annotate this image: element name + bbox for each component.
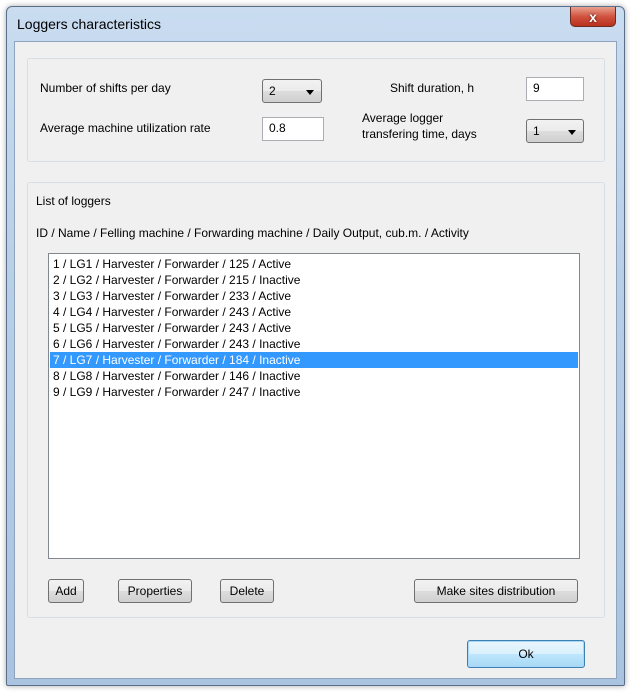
loggers-group-title: List of loggers — [36, 194, 111, 208]
close-button[interactable]: x — [570, 7, 616, 27]
list-item[interactable]: 7 / LG7 / Harvester / Forwarder / 184 / … — [50, 352, 578, 368]
list-item[interactable]: 8 / LG8 / Harvester / Forwarder / 146 / … — [50, 368, 578, 384]
delete-button[interactable]: Delete — [220, 579, 274, 603]
shifts-per-day-value: 2 — [269, 84, 276, 98]
close-icon: x — [589, 8, 597, 25]
shifts-per-day-select[interactable]: 2 — [262, 79, 322, 103]
dialog-window: Loggers characteristics x Number of shif… — [6, 6, 625, 686]
list-item[interactable]: 1 / LG1 / Harvester / Forwarder / 125 / … — [50, 256, 578, 272]
loggers-group: List of loggers ID / Name / Felling mach… — [27, 182, 605, 618]
transfer-time-label-line1: Average logger — [362, 111, 444, 125]
chevron-down-icon — [306, 90, 314, 95]
title-bar[interactable]: Loggers characteristics x — [7, 7, 624, 41]
list-item[interactable]: 5 / LG5 / Harvester / Forwarder / 243 / … — [50, 320, 578, 336]
properties-button[interactable]: Properties — [118, 579, 192, 603]
dialog-client-area: Number of shifts per day 2 Shift duratio… — [14, 41, 617, 679]
settings-group: Number of shifts per day 2 Shift duratio… — [27, 58, 605, 162]
list-item[interactable]: 3 / LG3 / Harvester / Forwarder / 233 / … — [50, 288, 578, 304]
window-title: Loggers characteristics — [17, 16, 161, 32]
loggers-listbox[interactable]: 1 / LG1 / Harvester / Forwarder / 125 / … — [48, 253, 580, 559]
ok-button[interactable]: Ok — [467, 640, 585, 668]
list-item[interactable]: 6 / LG6 / Harvester / Forwarder / 243 / … — [50, 336, 578, 352]
list-item[interactable]: 4 / LG4 / Harvester / Forwarder / 243 / … — [50, 304, 578, 320]
shift-duration-label: Shift duration, h — [390, 81, 475, 95]
shifts-label: Number of shifts per day — [40, 81, 171, 95]
transfer-time-label-line2: transfering time, days — [362, 127, 477, 141]
list-item[interactable]: 2 / LG2 / Harvester / Forwarder / 215 / … — [50, 272, 578, 288]
transfer-time-value: 1 — [533, 124, 540, 138]
list-item[interactable]: 9 / LG9 / Harvester / Forwarder / 247 / … — [50, 384, 578, 400]
utilization-label: Average machine utilization rate — [40, 121, 211, 135]
shift-duration-input[interactable]: 9 — [526, 77, 584, 101]
transfer-time-select[interactable]: 1 — [526, 119, 584, 143]
add-button[interactable]: Add — [48, 579, 84, 603]
make-sites-distribution-button[interactable]: Make sites distribution — [414, 579, 578, 603]
chevron-down-icon — [568, 130, 576, 135]
loggers-columns-header: ID / Name / Felling machine / Forwarding… — [36, 226, 469, 240]
utilization-rate-input[interactable]: 0.8 — [262, 117, 324, 141]
